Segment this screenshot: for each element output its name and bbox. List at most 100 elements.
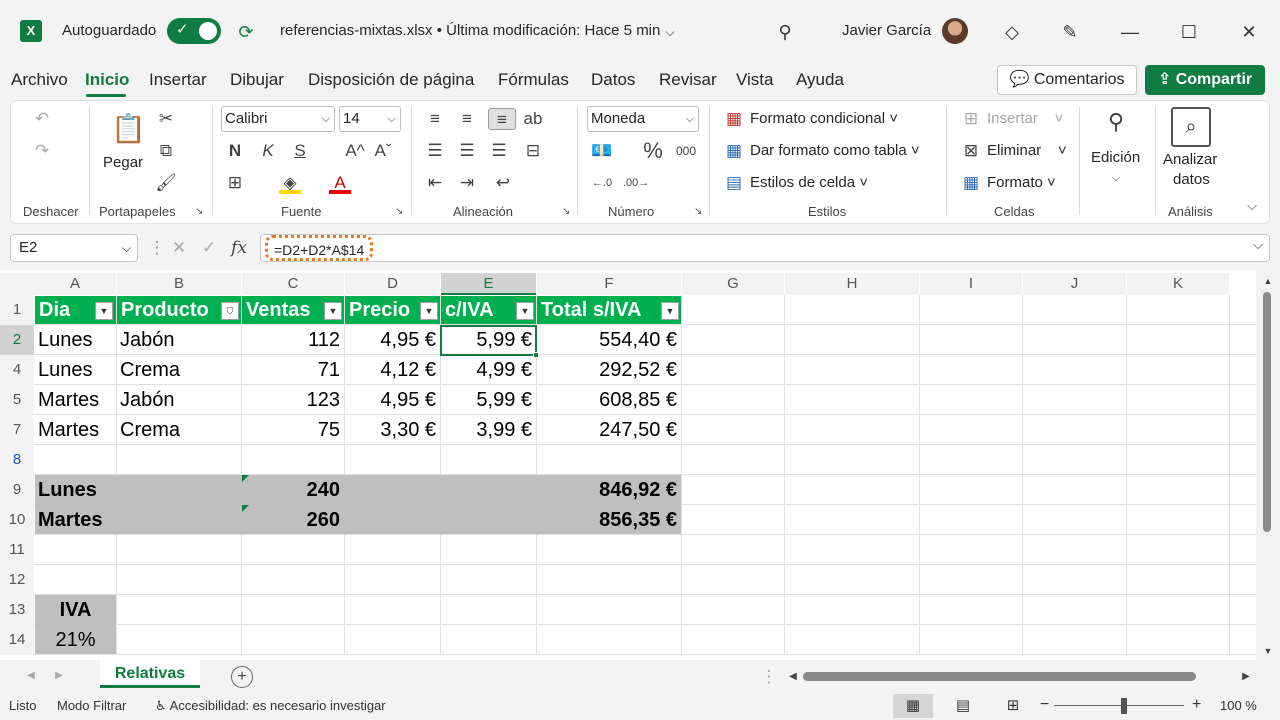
wrap-text-icon[interactable]: ↩ xyxy=(492,172,514,194)
row-header[interactable]: 9 xyxy=(0,475,34,505)
filter-dropdown-icon[interactable]: ▼ xyxy=(661,302,679,320)
column-header-k[interactable]: K xyxy=(1127,273,1229,295)
column-header-j[interactable]: J xyxy=(1023,273,1126,295)
filter-active-icon[interactable]: ⛉ xyxy=(221,302,239,320)
table-cell[interactable]: 75 xyxy=(242,415,344,445)
scroll-left-icon[interactable]: ◀ xyxy=(782,666,804,688)
filter-dropdown-icon[interactable]: ▼ xyxy=(324,302,342,320)
summary-cell[interactable]: Lunes xyxy=(38,475,116,505)
delete-cells-icon[interactable]: ⊠ xyxy=(960,140,982,162)
delete-cells-button[interactable]: Eliminar ˅ xyxy=(987,142,1067,159)
filter-dropdown-icon[interactable]: ▼ xyxy=(95,302,113,320)
search-icon[interactable]: ⚲ xyxy=(1105,111,1127,133)
row-header[interactable]: 14 xyxy=(0,625,34,655)
analyze-label-2[interactable]: datos xyxy=(1173,171,1210,188)
format-table-icon[interactable]: ▦ xyxy=(723,140,745,162)
row-header[interactable]: 11 xyxy=(0,535,34,565)
tab-revisar[interactable]: Revisar xyxy=(659,70,717,90)
row-header[interactable]: 12 xyxy=(0,565,34,595)
zoom-out-button[interactable]: − xyxy=(1040,696,1049,714)
close-icon[interactable]: ✕ xyxy=(1237,20,1261,44)
table-cell[interactable]: Martes xyxy=(38,415,116,445)
paste-icon[interactable]: 📋 xyxy=(111,111,146,147)
decrease-decimal-icon[interactable]: .00→ xyxy=(623,172,649,194)
search-icon[interactable]: ⚲ xyxy=(773,20,797,44)
table-cell[interactable]: 71 xyxy=(242,355,344,385)
row-header[interactable]: 5 xyxy=(0,385,34,415)
maximize-icon[interactable]: ☐ xyxy=(1177,20,1201,44)
format-cells-icon[interactable]: ▦ xyxy=(960,172,982,194)
zoom-in-button[interactable]: + xyxy=(1192,696,1201,714)
table-cell[interactable]: 4,95 € xyxy=(345,325,440,355)
dialog-launcher-icon[interactable]: ↘ xyxy=(562,206,570,217)
row-header[interactable]: 13 xyxy=(0,595,34,625)
diamond-icon[interactable]: ◇ xyxy=(1000,20,1024,44)
bold-button[interactable]: N xyxy=(224,140,246,162)
format-cells-button[interactable]: Formato ˅ xyxy=(987,174,1056,191)
percent-button[interactable]: % xyxy=(642,140,664,162)
summary-cell[interactable]: Martes xyxy=(38,505,116,535)
redo-icon[interactable]: ↷ xyxy=(31,140,53,162)
table-cell[interactable]: Lunes xyxy=(38,325,116,355)
align-middle-icon[interactable]: ≡ xyxy=(456,108,478,130)
format-as-table-button[interactable]: Dar formato como tabla ˅ xyxy=(750,142,920,159)
table-cell[interactable]: 3,30 € xyxy=(345,415,440,445)
analyze-label-1[interactable]: Analizar xyxy=(1163,151,1217,168)
conditional-format-icon[interactable]: ▦ xyxy=(723,108,745,130)
conditional-format-button[interactable]: Formato condicional ˅ xyxy=(750,110,898,127)
add-sheet-button[interactable]: + xyxy=(231,666,253,688)
merge-center-icon[interactable]: ⊟ xyxy=(522,140,544,162)
row-header[interactable]: 1 xyxy=(0,295,34,325)
scroll-up-icon[interactable]: ▲ xyxy=(1257,270,1279,292)
thousands-button[interactable]: 000 xyxy=(672,140,700,162)
chevron-down-icon[interactable]: ⌵ xyxy=(1253,237,1263,253)
table-cell[interactable]: 4,12 € xyxy=(345,355,440,385)
font-color-icon[interactable]: A xyxy=(329,172,351,194)
formula-text[interactable]: =D2+D2*A$14 xyxy=(265,235,374,261)
table-cell[interactable]: Martes xyxy=(38,385,116,415)
table-cell[interactable]: 292,52 € xyxy=(537,355,681,385)
prev-sheet-icon[interactable]: ◀ xyxy=(20,665,42,687)
accessibility-button[interactable]: ♿ Accesibilidad: es necesario investigar xyxy=(155,698,386,714)
text-orientation-icon[interactable]: ab xyxy=(522,108,544,130)
tab-inicio[interactable]: Inicio xyxy=(85,70,129,90)
cell-styles-icon[interactable]: ▤ xyxy=(723,172,745,194)
dialog-launcher-icon[interactable]: ↘ xyxy=(195,206,203,217)
table-cell[interactable]: 4,99 € xyxy=(441,355,536,385)
summary-cell[interactable]: 260 xyxy=(242,505,344,535)
decrease-font-icon[interactable]: Aˇ xyxy=(372,140,394,162)
column-header-c[interactable]: C xyxy=(242,273,344,295)
tab-archivo[interactable]: Archivo xyxy=(11,70,68,90)
normal-view-icon[interactable]: ▦ xyxy=(893,694,933,718)
table-cell[interactable]: 123 xyxy=(242,385,344,415)
cut-icon[interactable]: ✂ xyxy=(155,108,177,130)
filter-dropdown-icon[interactable]: ▼ xyxy=(516,302,534,320)
number-format-select[interactable]: Moneda ⌵ xyxy=(587,106,699,132)
formula-input[interactable]: ⌵ xyxy=(260,234,1270,262)
tab-dibujar[interactable]: Dibujar xyxy=(230,70,284,90)
row-header[interactable]: 10 xyxy=(0,505,34,535)
sheet-tab-relativas[interactable]: Relativas xyxy=(100,660,200,688)
row-header[interactable]: 7 xyxy=(0,415,34,445)
comments-button[interactable]: 💬 Comentarios xyxy=(997,65,1137,95)
dialog-launcher-icon[interactable]: ↘ xyxy=(694,206,702,217)
copy-icon[interactable]: ⧉ xyxy=(155,140,177,162)
scroll-right-icon[interactable]: ▶ xyxy=(1235,666,1257,688)
table-cell[interactable]: 608,85 € xyxy=(537,385,681,415)
column-header-f[interactable]: F xyxy=(537,273,681,295)
summary-cell[interactable]: 856,35 € xyxy=(537,505,681,535)
zoom-slider-thumb[interactable] xyxy=(1121,698,1127,714)
insert-cells-button[interactable]: Insertar ˅ xyxy=(987,110,1063,127)
insert-cells-icon[interactable]: ⊞ xyxy=(960,108,982,130)
column-header-d[interactable]: D xyxy=(345,273,440,295)
column-header-a[interactable]: A xyxy=(34,273,116,295)
column-header-g[interactable]: G xyxy=(682,273,784,295)
tab-datos[interactable]: Datos xyxy=(591,70,635,90)
row-header[interactable]: 8 xyxy=(0,445,34,475)
table-cell[interactable]: 247,50 € xyxy=(537,415,681,445)
zoom-slider[interactable] xyxy=(1054,705,1184,706)
iva-value-cell[interactable]: 21% xyxy=(35,625,116,655)
file-title[interactable]: referencias-mixtas.xlsx • Última modific… xyxy=(280,22,660,39)
table-cell[interactable]: 5,99 € xyxy=(441,385,536,415)
next-sheet-icon[interactable]: ▶ xyxy=(48,665,70,687)
